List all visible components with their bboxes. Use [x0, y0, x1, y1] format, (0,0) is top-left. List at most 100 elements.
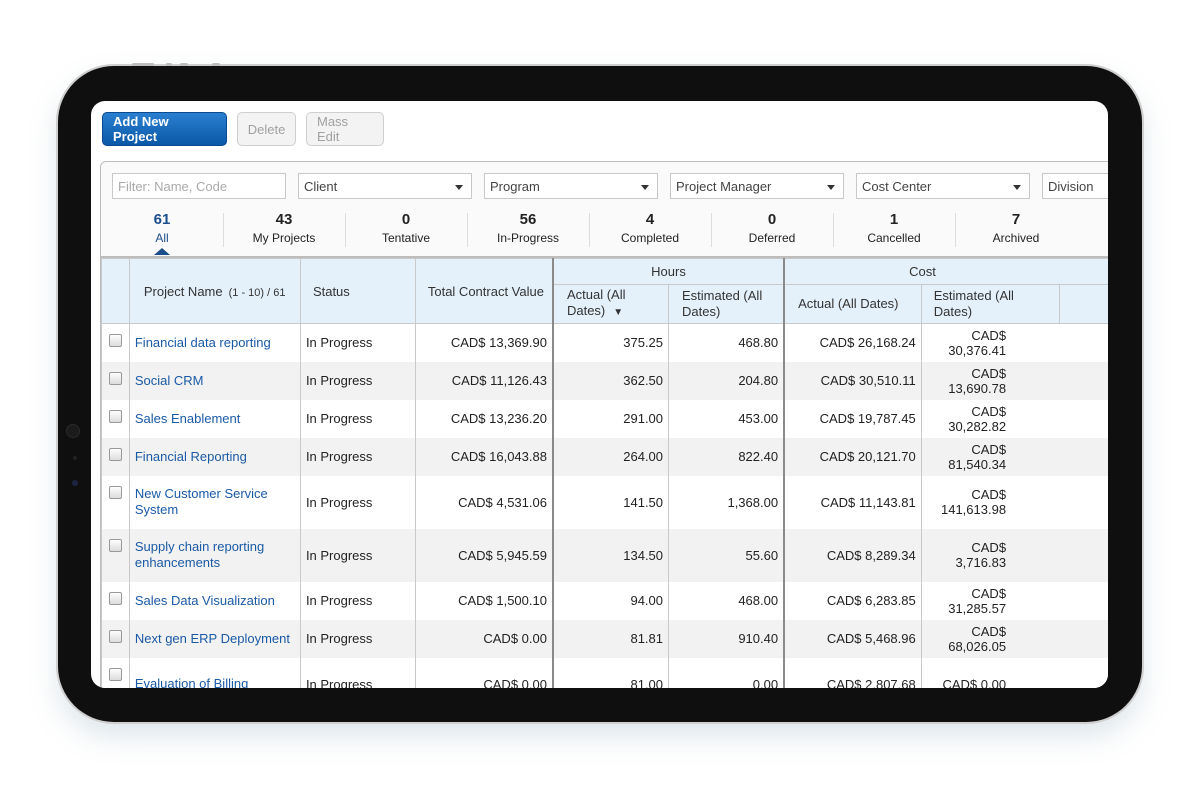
project-manager-select-value: Project Manager [676, 178, 772, 194]
row-checkbox[interactable] [108, 538, 122, 552]
project-name-link[interactable]: New Customer Service System [135, 486, 268, 517]
tab-count: 7 [1011, 211, 1021, 228]
column-header-status[interactable]: Status [299, 258, 417, 324]
add-new-project-button[interactable]: Add New Project [102, 112, 227, 146]
row-checkbox[interactable] [108, 591, 122, 605]
tab-label: In-Progress [496, 231, 560, 245]
tab-archived[interactable]: 7 Archived [955, 211, 1077, 249]
table-body: Financial data reporting In Progress CAD$ … [101, 323, 1108, 688]
project-name-link[interactable]: Evaluation of Billing [135, 676, 248, 688]
mass-edit-button[interactable]: Mass Edit [306, 112, 384, 146]
tab-my-projects[interactable]: 43 My Projects [223, 211, 345, 249]
status-cell: In Progress [299, 619, 417, 658]
cost-actual-cell: CAD$ 11,143.81 [783, 475, 922, 529]
tab-label: Cancelled [867, 231, 921, 245]
row-checkbox[interactable] [108, 409, 122, 423]
project-manager-select[interactable]: Project Manager [670, 173, 844, 199]
project-name-link[interactable]: Next gen ERP Deployment [135, 631, 290, 646]
cost-actual-cell: CAD$ 19,787.45 [783, 399, 922, 438]
hours-estimated-cell: 1,368.00 [668, 475, 785, 529]
row-checkbox[interactable] [108, 485, 122, 499]
column-header-hours-actual[interactable]: Actual (All Dates) ▼ [551, 284, 670, 324]
table-row: Sales Data Visualization In Progress CAD$ … [101, 581, 1108, 620]
project-name-cell: New Customer Service System [128, 475, 301, 529]
delete-button[interactable]: Delete [237, 112, 296, 146]
device-button [166, 63, 172, 66]
division-select-value: Division [1048, 178, 1094, 194]
column-header-hours-estimated[interactable]: Estimated (All Dates) [668, 284, 785, 324]
project-name-link[interactable]: Social CRM [135, 373, 204, 388]
cost-estimated-cell: CAD$ 30,282.82 [920, 399, 1060, 438]
tab-tentative[interactable]: 0 Tentative [345, 211, 467, 249]
tab-deferred[interactable]: 0 Deferred [711, 211, 833, 249]
project-name-cell: Social CRM [128, 361, 301, 400]
tab-count: 1 [889, 211, 899, 228]
status-cell: In Progress [299, 437, 417, 476]
project-name-link[interactable]: Sales Enablement [135, 411, 241, 426]
chevron-down-icon [827, 185, 835, 190]
cost-actual-cell: CAD$ 2,807.68 [783, 657, 922, 688]
client-select[interactable]: Client [298, 173, 472, 199]
program-select[interactable]: Program [484, 173, 658, 199]
hours-estimated-cell: 453.00 [668, 399, 785, 438]
column-group-hours: Hours [551, 258, 785, 285]
row-checkbox[interactable] [108, 371, 122, 385]
chevron-down-icon [641, 185, 649, 190]
tab-count: 0 [767, 211, 777, 228]
row-checkbox[interactable] [108, 629, 122, 643]
hours-estimated-cell: 468.00 [668, 581, 785, 620]
tab-label: My Projects [252, 231, 316, 245]
select-all-header [101, 258, 130, 324]
column-header-total-contract-value[interactable]: Total Contract Value [415, 258, 554, 324]
division-select[interactable]: Division [1042, 173, 1108, 199]
tab-cancelled[interactable]: 1 Cancelled [833, 211, 955, 249]
table-row: Financial data reporting In Progress CAD$ … [101, 323, 1108, 362]
filter-bar: Filter: Name, Code Client Program Projec… [112, 173, 1108, 199]
empty-cell [1059, 581, 1108, 620]
cost-center-select[interactable]: Cost Center [856, 173, 1030, 199]
tab-label: All [155, 231, 169, 245]
status-tabs: 61 All 43 My Projects 0 Tentative 56 In-… [101, 211, 1077, 255]
cost-estimated-cell: CAD$ 81,540.34 [920, 437, 1060, 476]
status-cell: In Progress [299, 323, 417, 362]
project-name-link[interactable]: Sales Data Visualization [135, 593, 275, 608]
toolbar: Add New Project Delete Mass Edit [102, 112, 384, 146]
table-row: Social CRM In Progress CAD$ 11,126.43 362.5… [101, 361, 1108, 400]
table-row: Supply chain reporting enhancements In Pr… [101, 528, 1108, 582]
project-name-link[interactable]: Financial Reporting [135, 449, 247, 464]
hours-actual-cell: 81.81 [551, 619, 670, 658]
project-name-link[interactable]: Financial data reporting [135, 335, 271, 350]
tab-label: Tentative [381, 231, 431, 245]
column-header-cost-estimated[interactable]: Estimated (All Dates) [920, 284, 1060, 324]
column-header-cost-actual[interactable]: Actual (All Dates) [783, 284, 922, 324]
cost-center-select-value: Cost Center [862, 178, 932, 194]
chevron-down-icon [1013, 185, 1021, 190]
program-select-value: Program [490, 178, 540, 194]
status-cell: In Progress [299, 581, 417, 620]
row-checkbox[interactable] [108, 667, 122, 681]
column-header-project-name[interactable]: Project Name (1 - 10) / 61 [128, 258, 301, 324]
status-cell: In Progress [299, 528, 417, 582]
tab-in-progress[interactable]: 56 In-Progress [467, 211, 589, 249]
search-input[interactable]: Filter: Name, Code [112, 173, 286, 199]
row-checkbox[interactable] [108, 447, 122, 461]
row-checkbox-cell [101, 361, 130, 400]
cost-actual-cell: CAD$ 30,510.11 [783, 361, 922, 400]
tab-count: 61 [153, 211, 171, 228]
tab-completed[interactable]: 4 Completed [589, 211, 711, 249]
tab-all[interactable]: 61 All [101, 211, 223, 255]
total-contract-value-cell: CAD$ 16,043.88 [415, 437, 554, 476]
cost-estimated-cell: CAD$ 141,613.98 [920, 475, 1060, 529]
cost-estimated-cell: CAD$ 3,716.83 [920, 528, 1060, 582]
sensor-dot [73, 456, 77, 460]
project-name-link[interactable]: Supply chain reporting enhancements [135, 539, 264, 570]
total-contract-value-cell: CAD$ 13,369.90 [415, 323, 554, 362]
hours-actual-cell: 141.50 [551, 475, 670, 529]
table-row: Sales Enablement In Progress CAD$ 13,236.2… [101, 399, 1108, 438]
table-row: Evaluation of Billing In Progress CAD$ 0.0… [101, 657, 1108, 688]
projects-table: Project Name (1 - 10) / 61 Status Total C… [101, 256, 1108, 688]
hours-actual-cell: 362.50 [551, 361, 670, 400]
empty-cell [1059, 323, 1108, 362]
total-contract-value-cell: CAD$ 5,945.59 [415, 528, 554, 582]
row-checkbox[interactable] [108, 334, 122, 347]
